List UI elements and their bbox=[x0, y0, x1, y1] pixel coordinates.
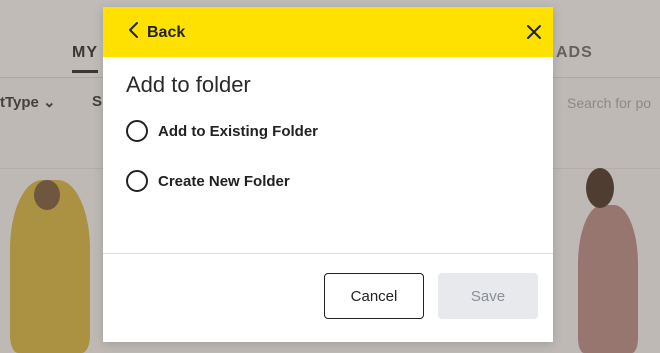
option-create-new-folder[interactable]: Create New Folder bbox=[126, 170, 290, 192]
add-to-folder-dialog: Back Add to folder Add to Existing Folde… bbox=[103, 7, 553, 342]
chevron-left-icon bbox=[127, 21, 141, 44]
dialog-footer-divider bbox=[103, 253, 553, 254]
option-label-new-folder: Create New Folder bbox=[158, 172, 290, 190]
back-button[interactable]: Back bbox=[127, 21, 185, 44]
radio-create-new-folder[interactable] bbox=[126, 170, 148, 192]
close-button[interactable] bbox=[525, 23, 543, 41]
radio-add-to-existing-folder[interactable] bbox=[126, 120, 148, 142]
save-button[interactable]: Save bbox=[438, 273, 538, 319]
cancel-button[interactable]: Cancel bbox=[324, 273, 424, 319]
option-add-to-existing-folder[interactable]: Add to Existing Folder bbox=[126, 120, 318, 142]
dialog-header: Back bbox=[103, 7, 553, 57]
option-label-existing-folder: Add to Existing Folder bbox=[158, 122, 318, 140]
close-icon bbox=[525, 25, 543, 45]
back-button-label: Back bbox=[147, 23, 186, 41]
dialog-title: Add to folder bbox=[126, 72, 251, 97]
